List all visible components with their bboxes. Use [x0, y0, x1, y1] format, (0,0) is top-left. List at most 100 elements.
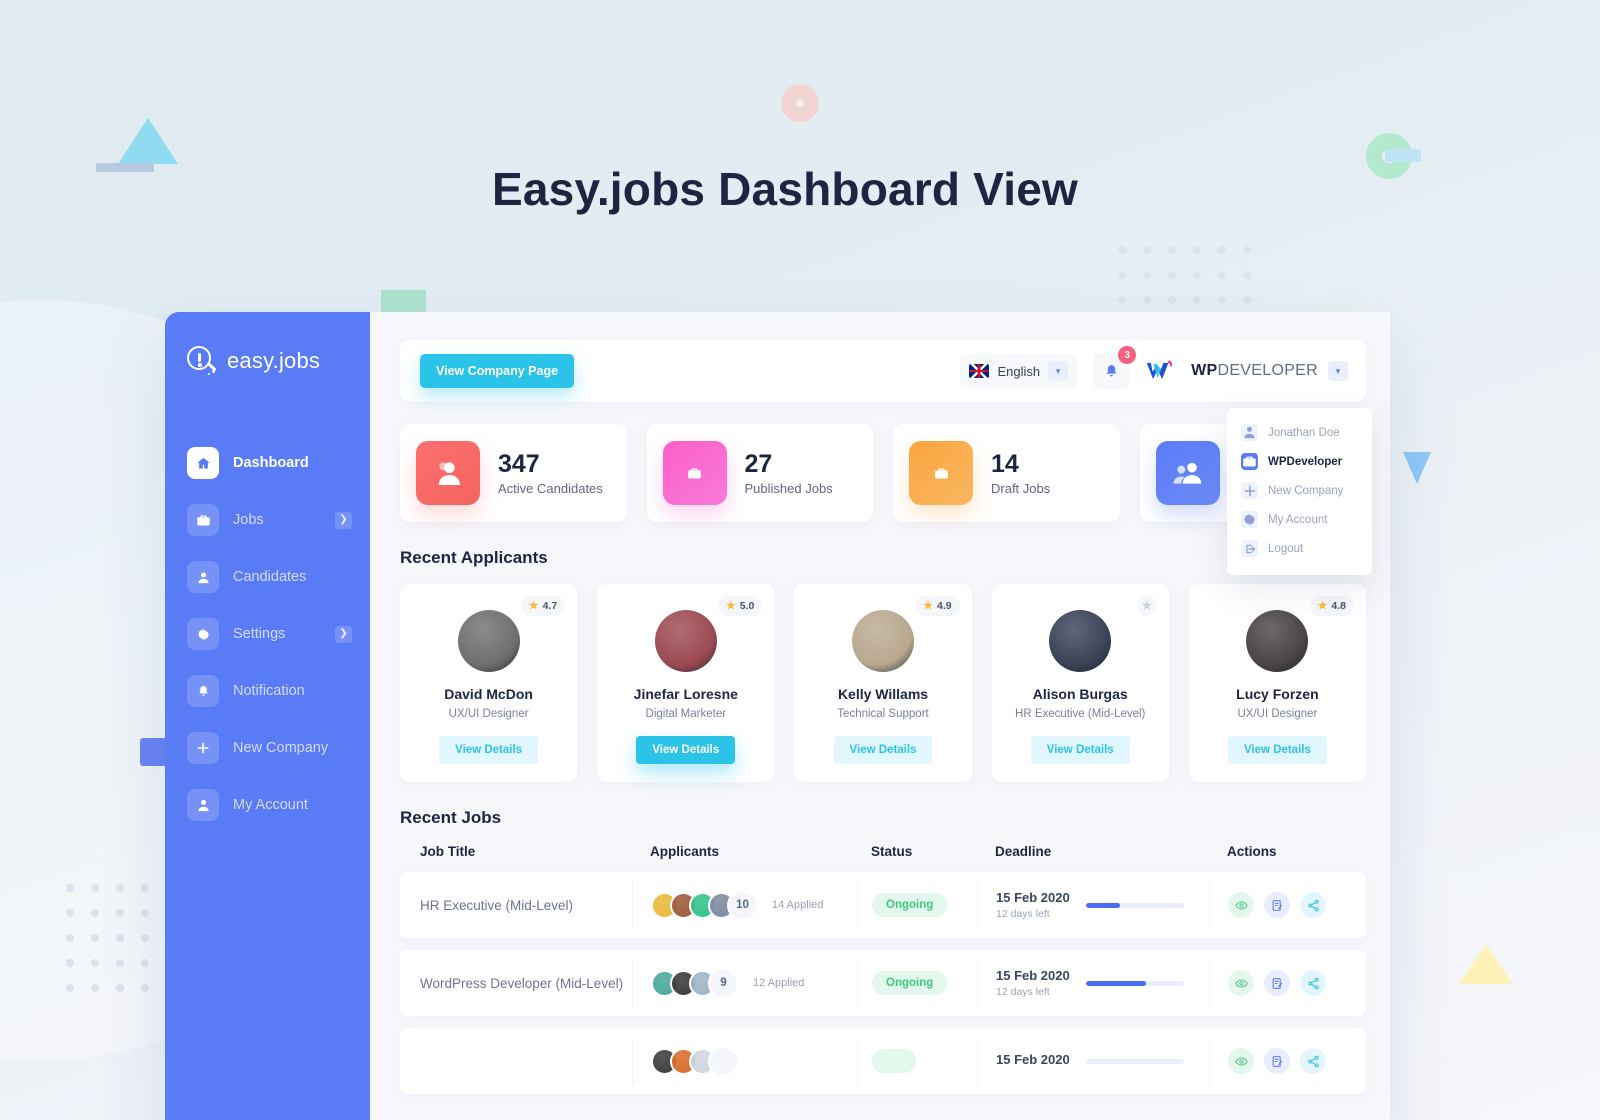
view-details-button[interactable]: View Details	[636, 736, 736, 764]
edit-icon[interactable]	[1264, 970, 1290, 996]
logout-icon	[1241, 540, 1258, 557]
decorative-square-blue	[140, 738, 168, 766]
stat-card[interactable]: 347 Active Candidates	[400, 424, 627, 522]
column-header: Actions	[1227, 844, 1277, 859]
search-magnifier-icon	[187, 346, 217, 376]
notifications-button[interactable]: 3	[1093, 346, 1137, 389]
avatar	[1246, 610, 1309, 672]
sidebar-item-label: My Account	[233, 797, 308, 813]
edit-icon[interactable]	[1264, 1048, 1290, 1074]
briefcase-icon	[187, 504, 219, 536]
stat-value: 14	[991, 449, 1019, 478]
account-name-light: DEVELOPER	[1217, 362, 1318, 379]
bell-icon	[187, 675, 219, 707]
sidebar: easy.jobs Dashboard Jobs ❯ Candidates Settin…	[165, 312, 370, 1120]
row-actions	[1228, 1048, 1326, 1074]
column-header: Job Title	[420, 844, 476, 859]
sidebar-item-label: Candidates	[233, 569, 307, 585]
rating-badge: ★ 5.0	[717, 596, 763, 616]
stat-label: Published Jobs	[744, 481, 833, 497]
applicant-role: Technical Support	[837, 708, 929, 720]
dropdown-item-jonathan-doe[interactable]: Jonathan Doe	[1227, 418, 1372, 447]
view-icon[interactable]	[1228, 1048, 1254, 1074]
view-company-page-button[interactable]: View Company Page	[420, 354, 575, 388]
plus-icon	[187, 732, 219, 764]
sidebar-item-dashboard[interactable]: Dashboard	[165, 440, 370, 486]
sidebar-item-my-account[interactable]: My Account	[165, 782, 370, 828]
rating-value: 4.9	[937, 600, 952, 612]
sidebar-item-notification[interactable]: Notification	[165, 668, 370, 714]
applied-count: 12 Applied	[753, 977, 805, 989]
view-details-button[interactable]: View Details	[833, 736, 933, 764]
row-actions	[1228, 970, 1326, 996]
status-badge	[872, 1049, 916, 1073]
deadline-date: 15 Feb 2020	[996, 1052, 1070, 1067]
star-icon: ★	[725, 599, 736, 612]
view-details-button[interactable]: View Details	[1227, 736, 1327, 764]
share-icon[interactable]	[1300, 970, 1326, 996]
dropdown-item-wpdeveloper[interactable]: WPDeveloper	[1227, 447, 1372, 476]
table-row[interactable]: 15 Feb 2020	[400, 1028, 1366, 1094]
rating-badge: ★ 4.9	[915, 596, 960, 616]
chevron-right-icon[interactable]: ❯	[335, 625, 352, 643]
sidebar-item-candidates[interactable]: Candidates	[165, 554, 370, 600]
sidebar-item-label: Settings	[233, 626, 286, 642]
column-header: Status	[871, 844, 913, 859]
sidebar-item-jobs[interactable]: Jobs ❯	[165, 497, 370, 543]
table-row[interactable]: WordPress Developer (Mid-Level) 9 12 Appli…	[400, 950, 1366, 1016]
decorative-triangle-blue	[118, 118, 178, 164]
applicant-role: UX/UI Designer	[448, 708, 529, 720]
recent-jobs-table: Job Title Applicants Status Deadline Actions…	[400, 844, 1366, 1094]
recent-jobs-title: Recent Jobs	[400, 808, 502, 827]
sidebar-item-settings[interactable]: Settings ❯	[165, 611, 370, 657]
star-icon: ★	[923, 599, 933, 612]
applied-count: 14 Applied	[772, 899, 824, 911]
dropdown-item-logout[interactable]: Logout	[1227, 534, 1372, 563]
applicant-name: Alison Burgas	[1032, 686, 1128, 702]
edit-icon[interactable]	[1264, 892, 1290, 918]
table-row[interactable]: HR Executive (Mid-Level) 10 14 Applied Ongo…	[400, 872, 1366, 938]
share-icon[interactable]	[1300, 1048, 1326, 1074]
view-details-button[interactable]: View Details	[439, 736, 539, 764]
gear-icon	[1241, 511, 1258, 528]
deadline-progress-bar	[1085, 902, 1184, 908]
stat-card[interactable]: 14 Draft Jobs	[893, 424, 1120, 522]
dropdown-item-my-account[interactable]: My Account	[1227, 505, 1372, 534]
language-selector[interactable]: English ▾	[960, 354, 1078, 388]
share-icon[interactable]	[1300, 892, 1326, 918]
job-title: WordPress Developer (Mid-Level)	[420, 975, 624, 991]
deadline-days-left: 12 days left	[996, 908, 1050, 920]
applicant-overflow-count	[708, 1045, 739, 1077]
avatar	[852, 610, 914, 672]
status-badge: Ongoing	[872, 971, 948, 995]
notification-badge: 3	[1118, 346, 1137, 364]
star-icon: ★	[1317, 599, 1328, 612]
stat-card[interactable]: 27 Published Jobs	[646, 424, 873, 522]
plus-icon	[1241, 482, 1258, 499]
user-icon	[187, 561, 219, 593]
recent-applicants-title: Recent Applicants	[400, 548, 548, 567]
brand-logo: easy.jobs	[165, 338, 370, 376]
view-icon[interactable]	[1228, 892, 1254, 918]
applicant-role: Digital Marketer	[645, 708, 727, 720]
account-menu-trigger[interactable]: WPDEVELOPER ▾	[1145, 358, 1348, 384]
page-title: Easy.jobs Dashboard View	[492, 163, 1078, 215]
account-chevron-down-icon[interactable]: ▾	[1328, 361, 1348, 381]
applicant-name: Jinefar Loresne	[633, 686, 738, 702]
chevron-down-icon[interactable]: ▾	[1048, 361, 1069, 381]
stat-value: 27	[744, 449, 773, 478]
decorative-dot-grid-top	[1118, 246, 1268, 321]
view-icon[interactable]	[1228, 970, 1254, 996]
rating-value: 5.0	[739, 600, 755, 612]
home-icon	[187, 447, 219, 479]
view-details-button[interactable]: View Details	[1030, 736, 1130, 764]
chevron-right-icon[interactable]: ❯	[335, 511, 352, 529]
dropdown-item-new-company[interactable]: New Company	[1227, 476, 1372, 505]
recent-applicants-list: ★ 4.7 David McDon UX/UI Designer View Detail…	[400, 584, 1367, 782]
sidebar-item-new-company[interactable]: New Company	[165, 725, 370, 771]
applicant-overflow-count: 10	[727, 889, 758, 921]
topbar-right: English ▾ 3 WPDEVELOPER ▾	[960, 346, 1348, 389]
applicant-card: ★ Alison Burgas HR Executive (Mid-Level) Vi…	[991, 584, 1169, 782]
decorative-dot-grid-left	[66, 884, 166, 1009]
topbar: View Company Page English ▾ 3 WPDEVELOPE…	[400, 340, 1366, 402]
